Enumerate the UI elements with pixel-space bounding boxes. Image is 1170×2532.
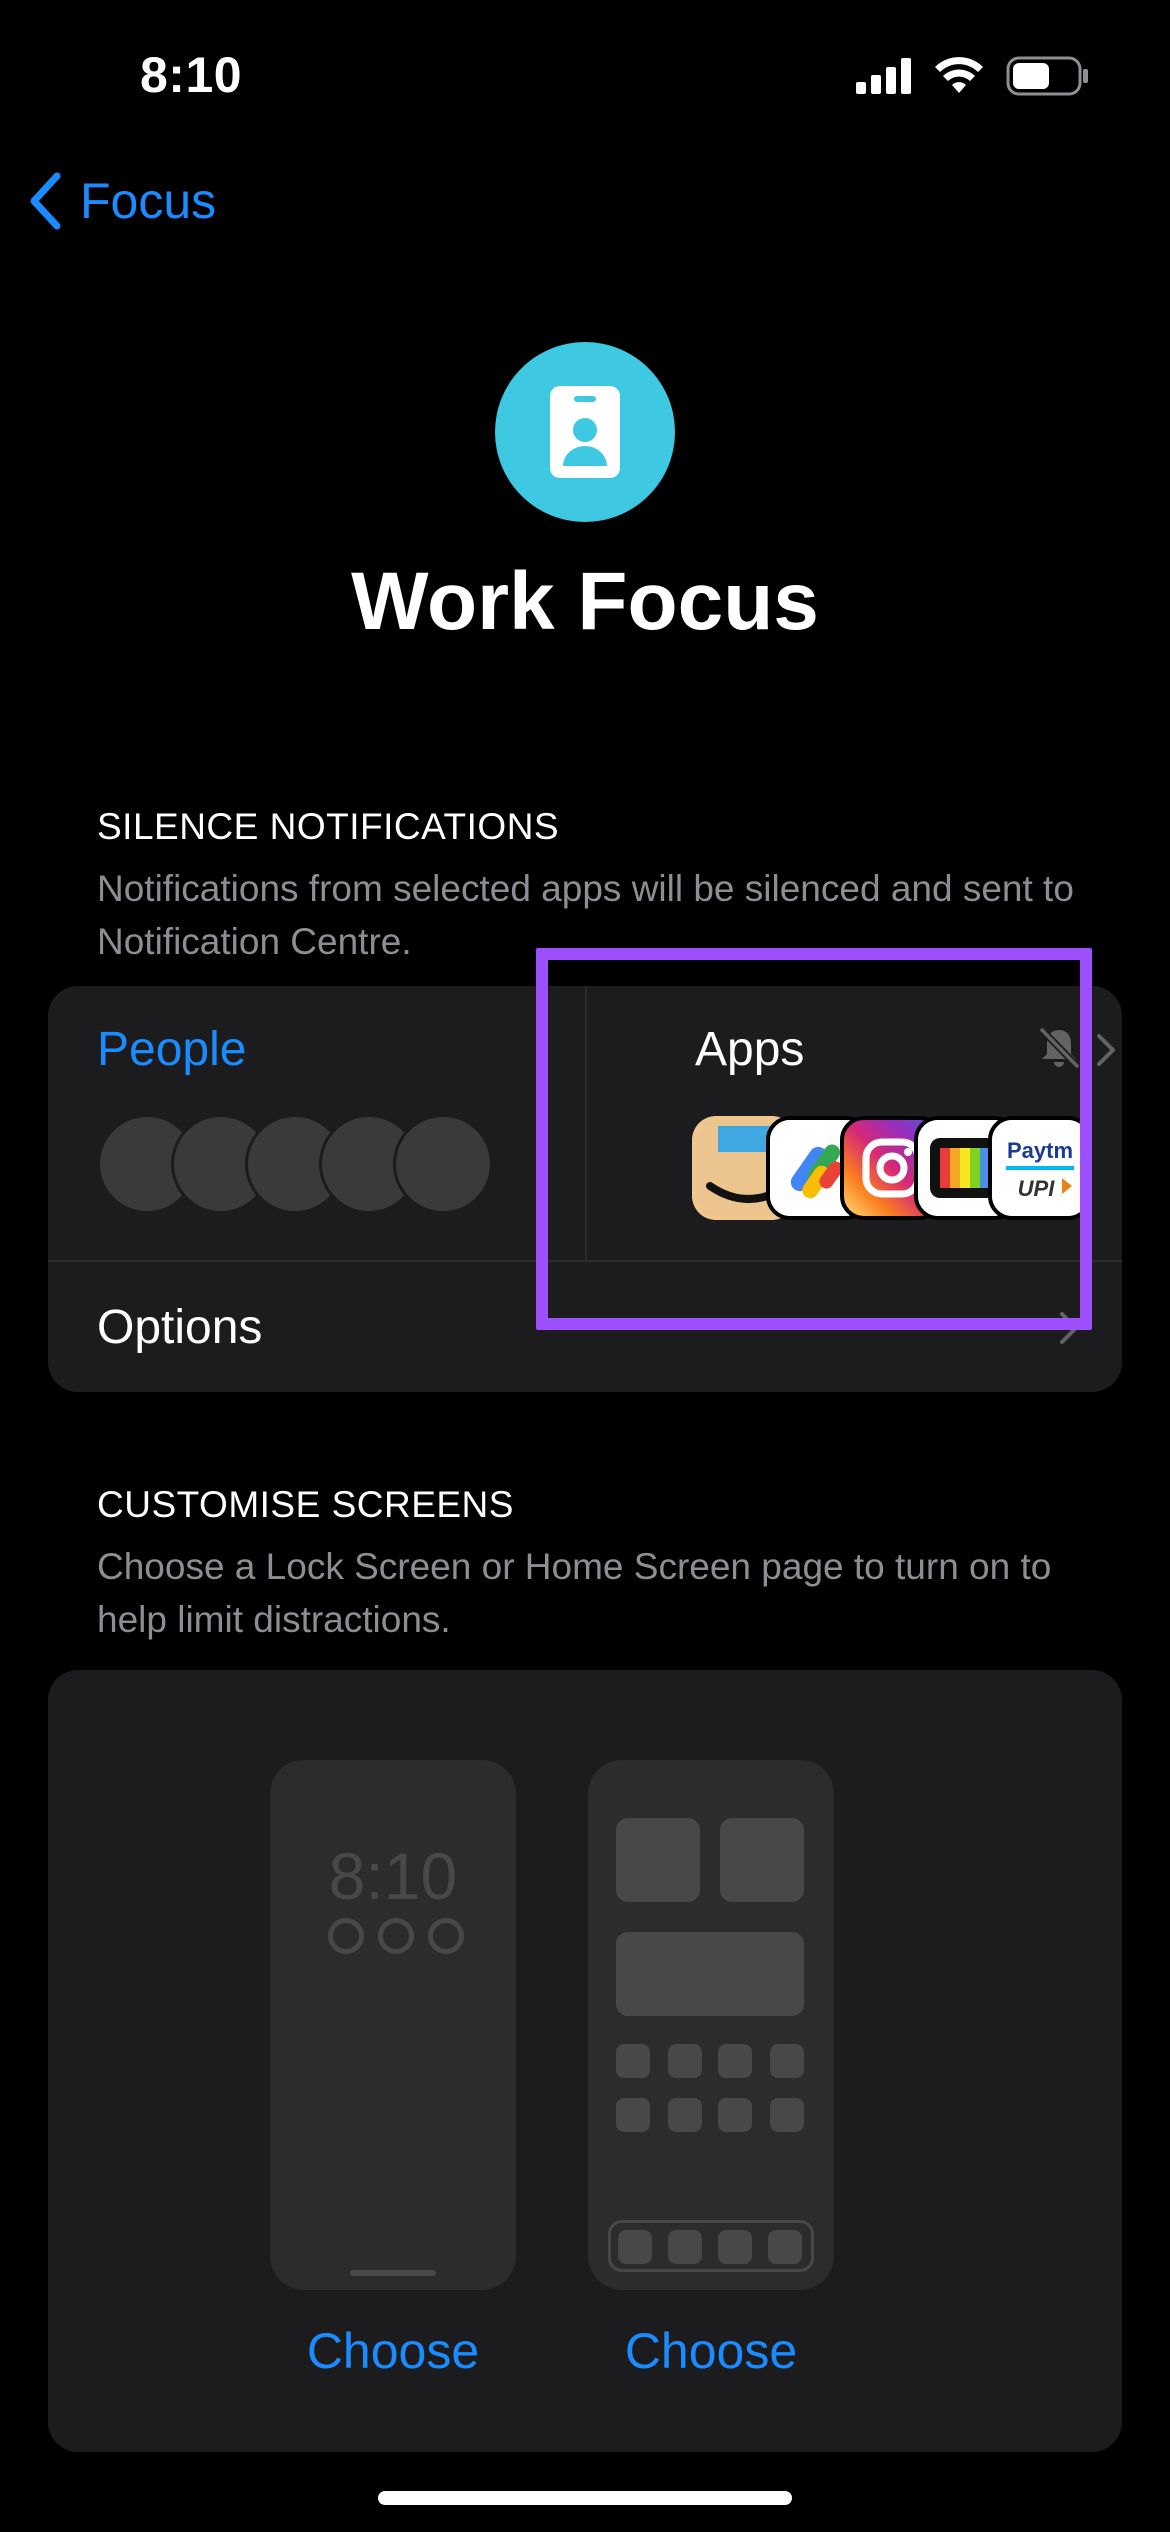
widget-tile: [616, 1932, 804, 2016]
app-tile: [770, 2098, 804, 2132]
people-cell[interactable]: People: [48, 986, 585, 1260]
choose-lock-screen-button[interactable]: Choose: [270, 2322, 516, 2380]
home-indicator: [378, 2491, 792, 2505]
dock-tile: [668, 2230, 702, 2264]
status-bar: 8:10: [0, 0, 1170, 150]
id-badge-icon: [550, 386, 620, 478]
app-tile: [718, 2098, 752, 2132]
chevron-left-icon: [30, 172, 61, 230]
choose-home-screen-button[interactable]: Choose: [588, 2322, 834, 2380]
app-tile: [718, 2044, 752, 2078]
options-label: Options: [97, 1301, 263, 1354]
people-avatars: [97, 1114, 493, 1214]
dock-tile: [618, 2230, 652, 2264]
lock-screen-preview[interactable]: 8:10: [270, 1760, 516, 2290]
app-tile: [668, 2098, 702, 2132]
lock-screen-widgets: [328, 1918, 464, 1954]
home-screen-preview[interactable]: [588, 1760, 834, 2290]
focus-mode-icon: [495, 342, 675, 522]
home-handle: [350, 2270, 436, 2276]
avatar: [393, 1114, 493, 1214]
battery-icon: [1006, 56, 1088, 96]
chevron-right-icon: [1097, 1034, 1115, 1066]
back-label: Focus: [80, 173, 217, 229]
silence-notifications-header: SILENCE NOTIFICATIONS: [97, 806, 560, 847]
customise-screens-card: 8:10 Choose Choose: [48, 1670, 1122, 2452]
app-tile: [616, 2044, 650, 2078]
cellular-signal-icon: [856, 58, 911, 94]
app-tile: [616, 2098, 650, 2132]
widget-circle: [428, 1918, 464, 1954]
dock-tile: [768, 2230, 802, 2264]
widget-tile: [720, 1818, 804, 1902]
customise-screens-description: Choose a Lock Screen or Home Screen page…: [97, 1546, 1052, 1640]
people-label: People: [97, 1023, 247, 1076]
widget-circle: [378, 1918, 414, 1954]
lock-screen-time: 8:10: [328, 1839, 458, 1913]
back-button[interactable]: Focus: [28, 172, 216, 230]
page-title: Work Focus: [351, 556, 819, 647]
apps-highlight-box: [536, 948, 1092, 1330]
wifi-icon: [935, 57, 983, 93]
widget-tile: [616, 1818, 700, 1902]
app-tile: [668, 2044, 702, 2078]
app-tile: [770, 2044, 804, 2078]
widget-circle: [328, 1918, 364, 1954]
customise-screens-header: CUSTOMISE SCREENS: [97, 1484, 514, 1525]
status-time: 8:10: [140, 47, 243, 103]
status-icons: [856, 56, 1090, 96]
dock-tile: [718, 2230, 752, 2264]
